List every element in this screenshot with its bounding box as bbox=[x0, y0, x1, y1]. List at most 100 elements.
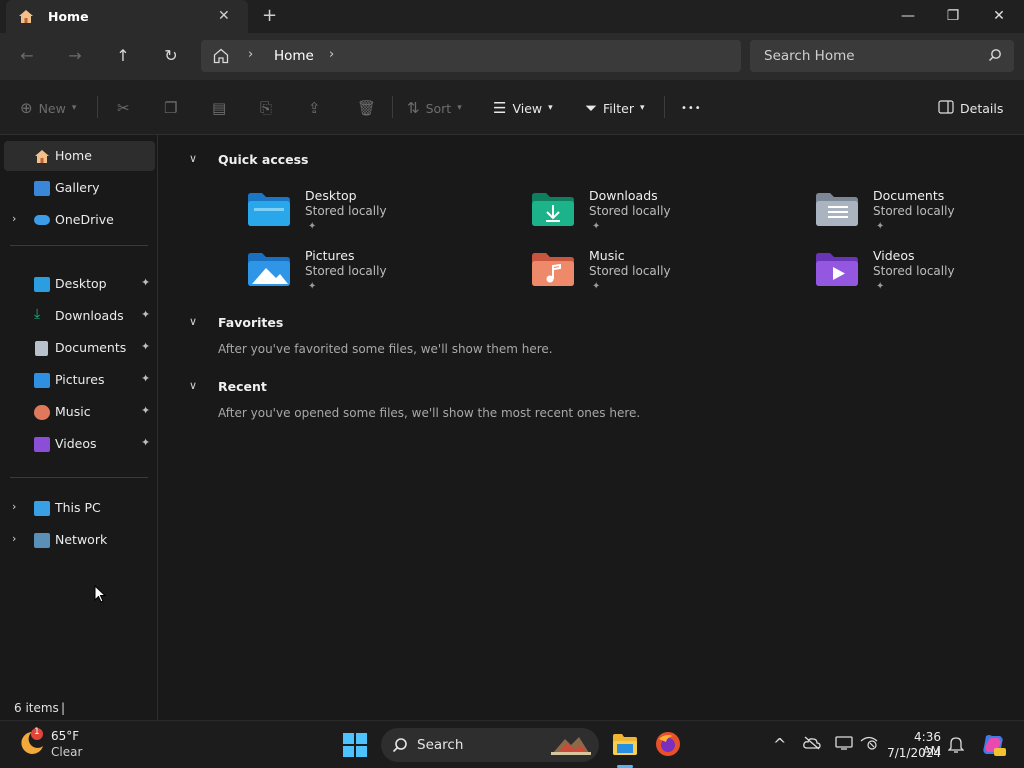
quick-access-item[interactable]: Desktop Stored locally ✦ bbox=[248, 188, 508, 240]
taskbar-search[interactable]: Search bbox=[381, 728, 599, 762]
search-input[interactable]: Search Home bbox=[750, 40, 1014, 72]
favorites-empty-message: After you've favorited some files, we'll… bbox=[218, 342, 553, 356]
document-icon bbox=[35, 341, 48, 356]
quick-access-item[interactable]: Documents Stored locally ✦ bbox=[816, 188, 1024, 240]
chevron-right-icon[interactable]: › bbox=[12, 212, 16, 225]
breadcrumb-separator[interactable]: › bbox=[248, 47, 253, 62]
sidebar-item-onedrive[interactable]: › OneDrive bbox=[4, 205, 155, 235]
sidebar-item-this-pc[interactable]: › This PC bbox=[4, 493, 155, 523]
sidebar-item-music[interactable]: Music ✦ bbox=[4, 397, 155, 427]
search-icon bbox=[988, 48, 1002, 65]
scissors-icon: ✂ bbox=[117, 99, 130, 117]
divider bbox=[10, 245, 148, 246]
desktop-icon bbox=[34, 277, 50, 292]
chevron-down-icon[interactable]: ∨ bbox=[189, 152, 197, 165]
details-pane-icon bbox=[938, 99, 954, 117]
delete-button[interactable]: 🗑 bbox=[357, 98, 376, 118]
item-location: Stored locally bbox=[305, 204, 387, 218]
refresh-button[interactable]: ↻ bbox=[159, 45, 183, 69]
sidebar-item-network[interactable]: › Network bbox=[4, 525, 155, 555]
sidebar-item-label: Network bbox=[55, 532, 108, 547]
network-status-icon[interactable] bbox=[860, 736, 878, 753]
sidebar-item-label: Pictures bbox=[55, 372, 105, 387]
videos-icon bbox=[34, 437, 50, 452]
quick-access-item[interactable]: Music Stored locally ✦ bbox=[532, 248, 792, 300]
new-button[interactable]: ⊕ New ▾ bbox=[20, 98, 76, 118]
sidebar-item-desktop[interactable]: Desktop ✦ bbox=[4, 269, 155, 299]
sidebar-item-home[interactable]: Home bbox=[4, 141, 155, 171]
divider bbox=[97, 96, 98, 118]
chevron-down-icon: ▾ bbox=[457, 103, 462, 113]
onedrive-offline-icon[interactable] bbox=[803, 736, 821, 753]
clock-date[interactable]: 7/1/2024 bbox=[886, 746, 941, 760]
forward-button[interactable]: → bbox=[63, 45, 87, 69]
sidebar-item-documents[interactable]: Documents ✦ bbox=[4, 333, 155, 363]
quick-access-item[interactable]: Downloads Stored locally ✦ bbox=[532, 188, 792, 240]
breadcrumb-home[interactable]: Home bbox=[274, 48, 314, 64]
show-hidden-icons-chevron[interactable]: ^ bbox=[773, 735, 786, 754]
main-content: ∨ Quick access Desktop Stored locally ✦ … bbox=[159, 135, 1024, 720]
pin-icon: ✦ bbox=[876, 281, 885, 292]
notification-bell-icon[interactable] bbox=[947, 735, 965, 756]
sidebar-item-label: Music bbox=[55, 404, 91, 419]
display-icon[interactable] bbox=[835, 736, 853, 753]
details-button[interactable]: Details bbox=[938, 98, 1003, 118]
address-bar[interactable]: › Home › bbox=[201, 40, 741, 72]
paste-button[interactable]: ▤ bbox=[212, 98, 226, 118]
weather-widget[interactable]: 1 bbox=[18, 727, 46, 760]
share-button[interactable]: ⇪ bbox=[308, 98, 321, 118]
more-options-button[interactable]: ••• bbox=[681, 98, 702, 118]
tab-home[interactable]: Home ✕ bbox=[6, 0, 248, 33]
minimize-button[interactable]: — bbox=[885, 4, 931, 28]
quick-access-item[interactable]: Videos Stored locally ✦ bbox=[816, 248, 1024, 300]
status-separator: | bbox=[61, 701, 66, 715]
copy-button[interactable]: ❐ bbox=[164, 98, 177, 118]
sidebar-item-gallery[interactable]: Gallery bbox=[4, 173, 155, 203]
file-explorer-taskbar-icon[interactable] bbox=[611, 730, 639, 761]
new-tab-button[interactable]: + bbox=[262, 5, 277, 26]
pin-icon: ✦ bbox=[308, 221, 317, 232]
new-label: New bbox=[38, 100, 66, 116]
view-button[interactable]: ☰ View ▾ bbox=[493, 98, 553, 118]
sidebar-item-downloads[interactable]: ⤓ Downloads ✦ bbox=[4, 301, 155, 331]
search-placeholder: Search Home bbox=[764, 48, 855, 64]
firefox-icon[interactable] bbox=[655, 731, 681, 760]
breadcrumb-separator[interactable]: › bbox=[329, 47, 334, 62]
chevron-right-icon[interactable]: › bbox=[12, 532, 16, 545]
cloud-icon bbox=[34, 215, 50, 225]
rename-button[interactable]: ⎘ bbox=[260, 98, 272, 118]
chevron-down-icon[interactable]: ∨ bbox=[189, 315, 197, 328]
weather-alert-badge: 1 bbox=[34, 727, 40, 737]
item-location: Stored locally bbox=[873, 204, 955, 218]
sidebar-item-label: OneDrive bbox=[55, 212, 114, 227]
filter-label: Filter bbox=[603, 100, 634, 116]
more-icon: ••• bbox=[681, 102, 702, 114]
videos-folder-icon bbox=[816, 252, 858, 286]
sidebar-item-pictures[interactable]: Pictures ✦ bbox=[4, 365, 155, 395]
sidebar-item-label: This PC bbox=[55, 500, 101, 515]
trash-icon: 🗑 bbox=[357, 99, 377, 117]
search-icon bbox=[392, 737, 408, 756]
chevron-down-icon[interactable]: ∨ bbox=[189, 379, 197, 392]
view-list-icon: ☰ bbox=[493, 99, 507, 117]
copilot-icon[interactable] bbox=[980, 732, 1006, 761]
up-button[interactable]: ↑ bbox=[111, 45, 135, 69]
maximize-button[interactable]: ❐ bbox=[930, 4, 976, 28]
sort-button[interactable]: ⇅ Sort ▾ bbox=[407, 98, 462, 118]
taskbar: 1 65°F Clear Search ^ 4:36 AM 7/1/2024 bbox=[0, 720, 1024, 768]
sidebar-item-videos[interactable]: Videos ✦ bbox=[4, 429, 155, 459]
pin-icon: ✦ bbox=[308, 281, 317, 292]
close-button[interactable]: ✕ bbox=[976, 4, 1022, 28]
chevron-right-icon[interactable]: › bbox=[12, 500, 16, 513]
downloads-folder-icon bbox=[532, 192, 574, 226]
tab-close-button[interactable]: ✕ bbox=[218, 8, 230, 24]
chevron-down-icon: ▾ bbox=[71, 103, 77, 113]
start-button[interactable] bbox=[343, 733, 367, 760]
cut-button[interactable]: ✂ bbox=[117, 98, 130, 118]
section-title: Recent bbox=[218, 379, 267, 394]
pin-icon: ✦ bbox=[592, 221, 601, 232]
filter-button[interactable]: ⏷ Filter ▾ bbox=[585, 98, 645, 118]
quick-access-item[interactable]: Pictures Stored locally ✦ bbox=[248, 248, 508, 300]
back-button[interactable]: ← bbox=[15, 45, 39, 69]
navigation-bar: ← → ↑ ↻ › Home › Search Home bbox=[0, 33, 1024, 80]
